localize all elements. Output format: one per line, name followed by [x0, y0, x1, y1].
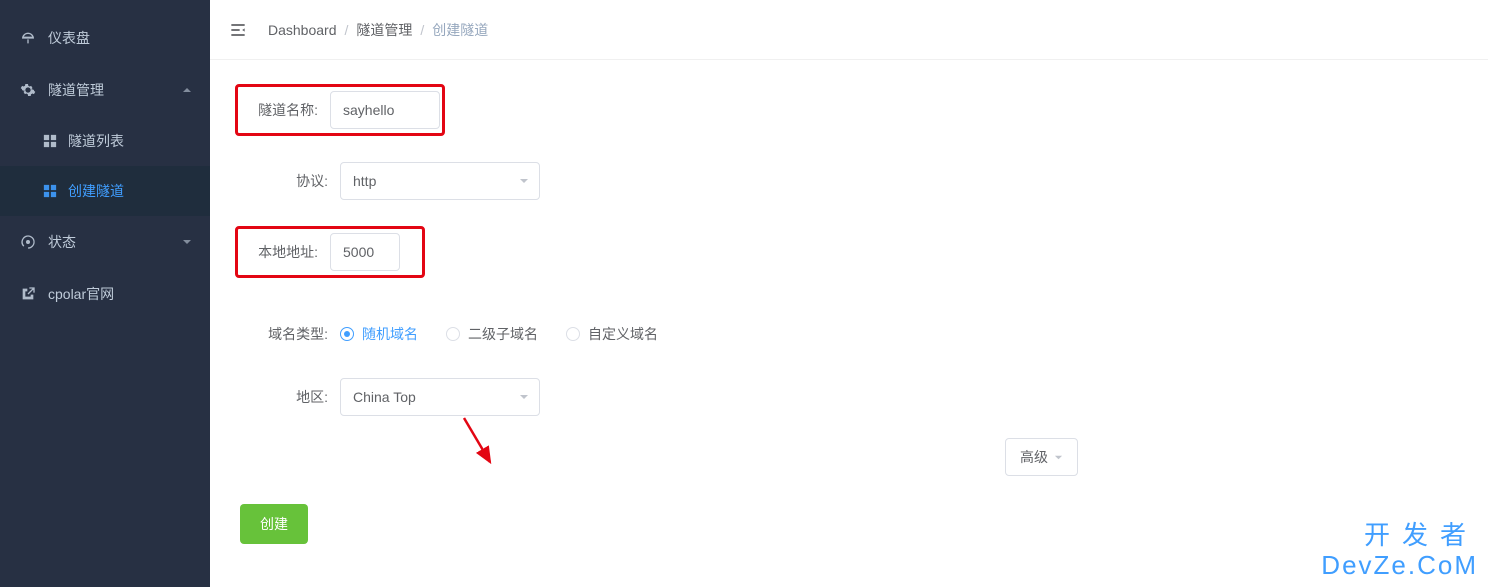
advanced-button[interactable]: 高级	[1005, 438, 1078, 476]
tunnel-name-input[interactable]	[330, 91, 440, 129]
protocol-value: http	[353, 173, 376, 189]
sidebar-label: 隧道管理	[48, 80, 104, 100]
chevron-up-icon	[182, 82, 192, 98]
radio-dot-icon	[446, 327, 460, 341]
local-addr-label: 本地地址:	[240, 242, 330, 262]
topbar: Dashboard / 隧道管理 / 创建隧道	[210, 0, 1488, 60]
row-tunnel-name: 隧道名称:	[235, 84, 445, 136]
protocol-select[interactable]: http	[340, 162, 540, 200]
tunnel-name-label: 隧道名称:	[240, 100, 330, 120]
dashboard-icon	[18, 30, 38, 46]
grid-icon	[42, 184, 58, 198]
radio-custom-domain[interactable]: 自定义域名	[566, 324, 658, 344]
row-region: 地区: China Top	[240, 378, 1458, 416]
grid-icon	[42, 134, 58, 148]
region-select[interactable]: China Top	[340, 378, 540, 416]
create-btn-label: 创建	[260, 516, 288, 532]
domain-type-radio-group: 随机域名 二级子域名 自定义域名	[340, 324, 658, 344]
main-content: Dashboard / 隧道管理 / 创建隧道 隧道名称: 协议: http	[210, 0, 1488, 587]
region-value: China Top	[353, 389, 416, 405]
sidebar-label: 创建隧道	[68, 181, 124, 201]
status-icon	[18, 234, 38, 250]
chevron-down-icon	[519, 173, 529, 189]
external-link-icon	[18, 286, 38, 302]
breadcrumb-tunnel-mgmt[interactable]: 隧道管理	[356, 20, 412, 40]
radio-label: 随机域名	[362, 324, 418, 344]
menu-toggle-icon[interactable]	[228, 20, 248, 40]
row-domain-type: 域名类型: 随机域名 二级子域名 自定义域名	[240, 324, 1458, 344]
region-label: 地区:	[240, 387, 340, 407]
breadcrumb-sep: /	[345, 22, 349, 38]
sidebar-label: 隧道列表	[68, 131, 124, 151]
sidebar-item-create-tunnel[interactable]: 创建隧道	[0, 166, 210, 216]
chevron-down-icon	[182, 234, 192, 250]
radio-label: 自定义域名	[588, 324, 658, 344]
sidebar-item-dashboard[interactable]: 仪表盘	[0, 12, 210, 64]
gear-icon	[18, 82, 38, 98]
domain-type-label: 域名类型:	[240, 324, 340, 344]
radio-dot-icon	[566, 327, 580, 341]
row-local-addr: 本地地址:	[235, 226, 425, 278]
radio-dot-icon	[340, 327, 354, 341]
radio-random-domain[interactable]: 随机域名	[340, 324, 418, 344]
breadcrumb: Dashboard / 隧道管理 / 创建隧道	[268, 20, 488, 40]
sidebar-item-tunnel-list[interactable]: 隧道列表	[0, 116, 210, 166]
sidebar-item-status[interactable]: 状态	[0, 216, 210, 268]
row-protocol: 协议: http	[240, 162, 1458, 200]
advanced-label: 高级	[1020, 447, 1048, 467]
sidebar: 仪表盘 隧道管理 隧道列表 创建隧道 状态	[0, 0, 210, 587]
radio-label: 二级子域名	[468, 324, 538, 344]
sidebar-label: cpolar官网	[48, 284, 114, 304]
sidebar-label: 状态	[48, 232, 76, 252]
breadcrumb-sep: /	[420, 22, 424, 38]
protocol-label: 协议:	[240, 171, 340, 191]
breadcrumb-current: 创建隧道	[432, 20, 488, 40]
breadcrumb-dashboard[interactable]: Dashboard	[268, 22, 337, 38]
sidebar-item-tunnel-mgmt[interactable]: 隧道管理	[0, 64, 210, 116]
sidebar-item-cpolar-site[interactable]: cpolar官网	[0, 268, 210, 320]
radio-subdomain[interactable]: 二级子域名	[446, 324, 538, 344]
caret-down-icon	[1054, 449, 1063, 465]
sidebar-label: 仪表盘	[48, 28, 90, 48]
chevron-down-icon	[519, 389, 529, 405]
create-button[interactable]: 创建	[240, 504, 308, 544]
local-addr-input[interactable]	[330, 233, 400, 271]
